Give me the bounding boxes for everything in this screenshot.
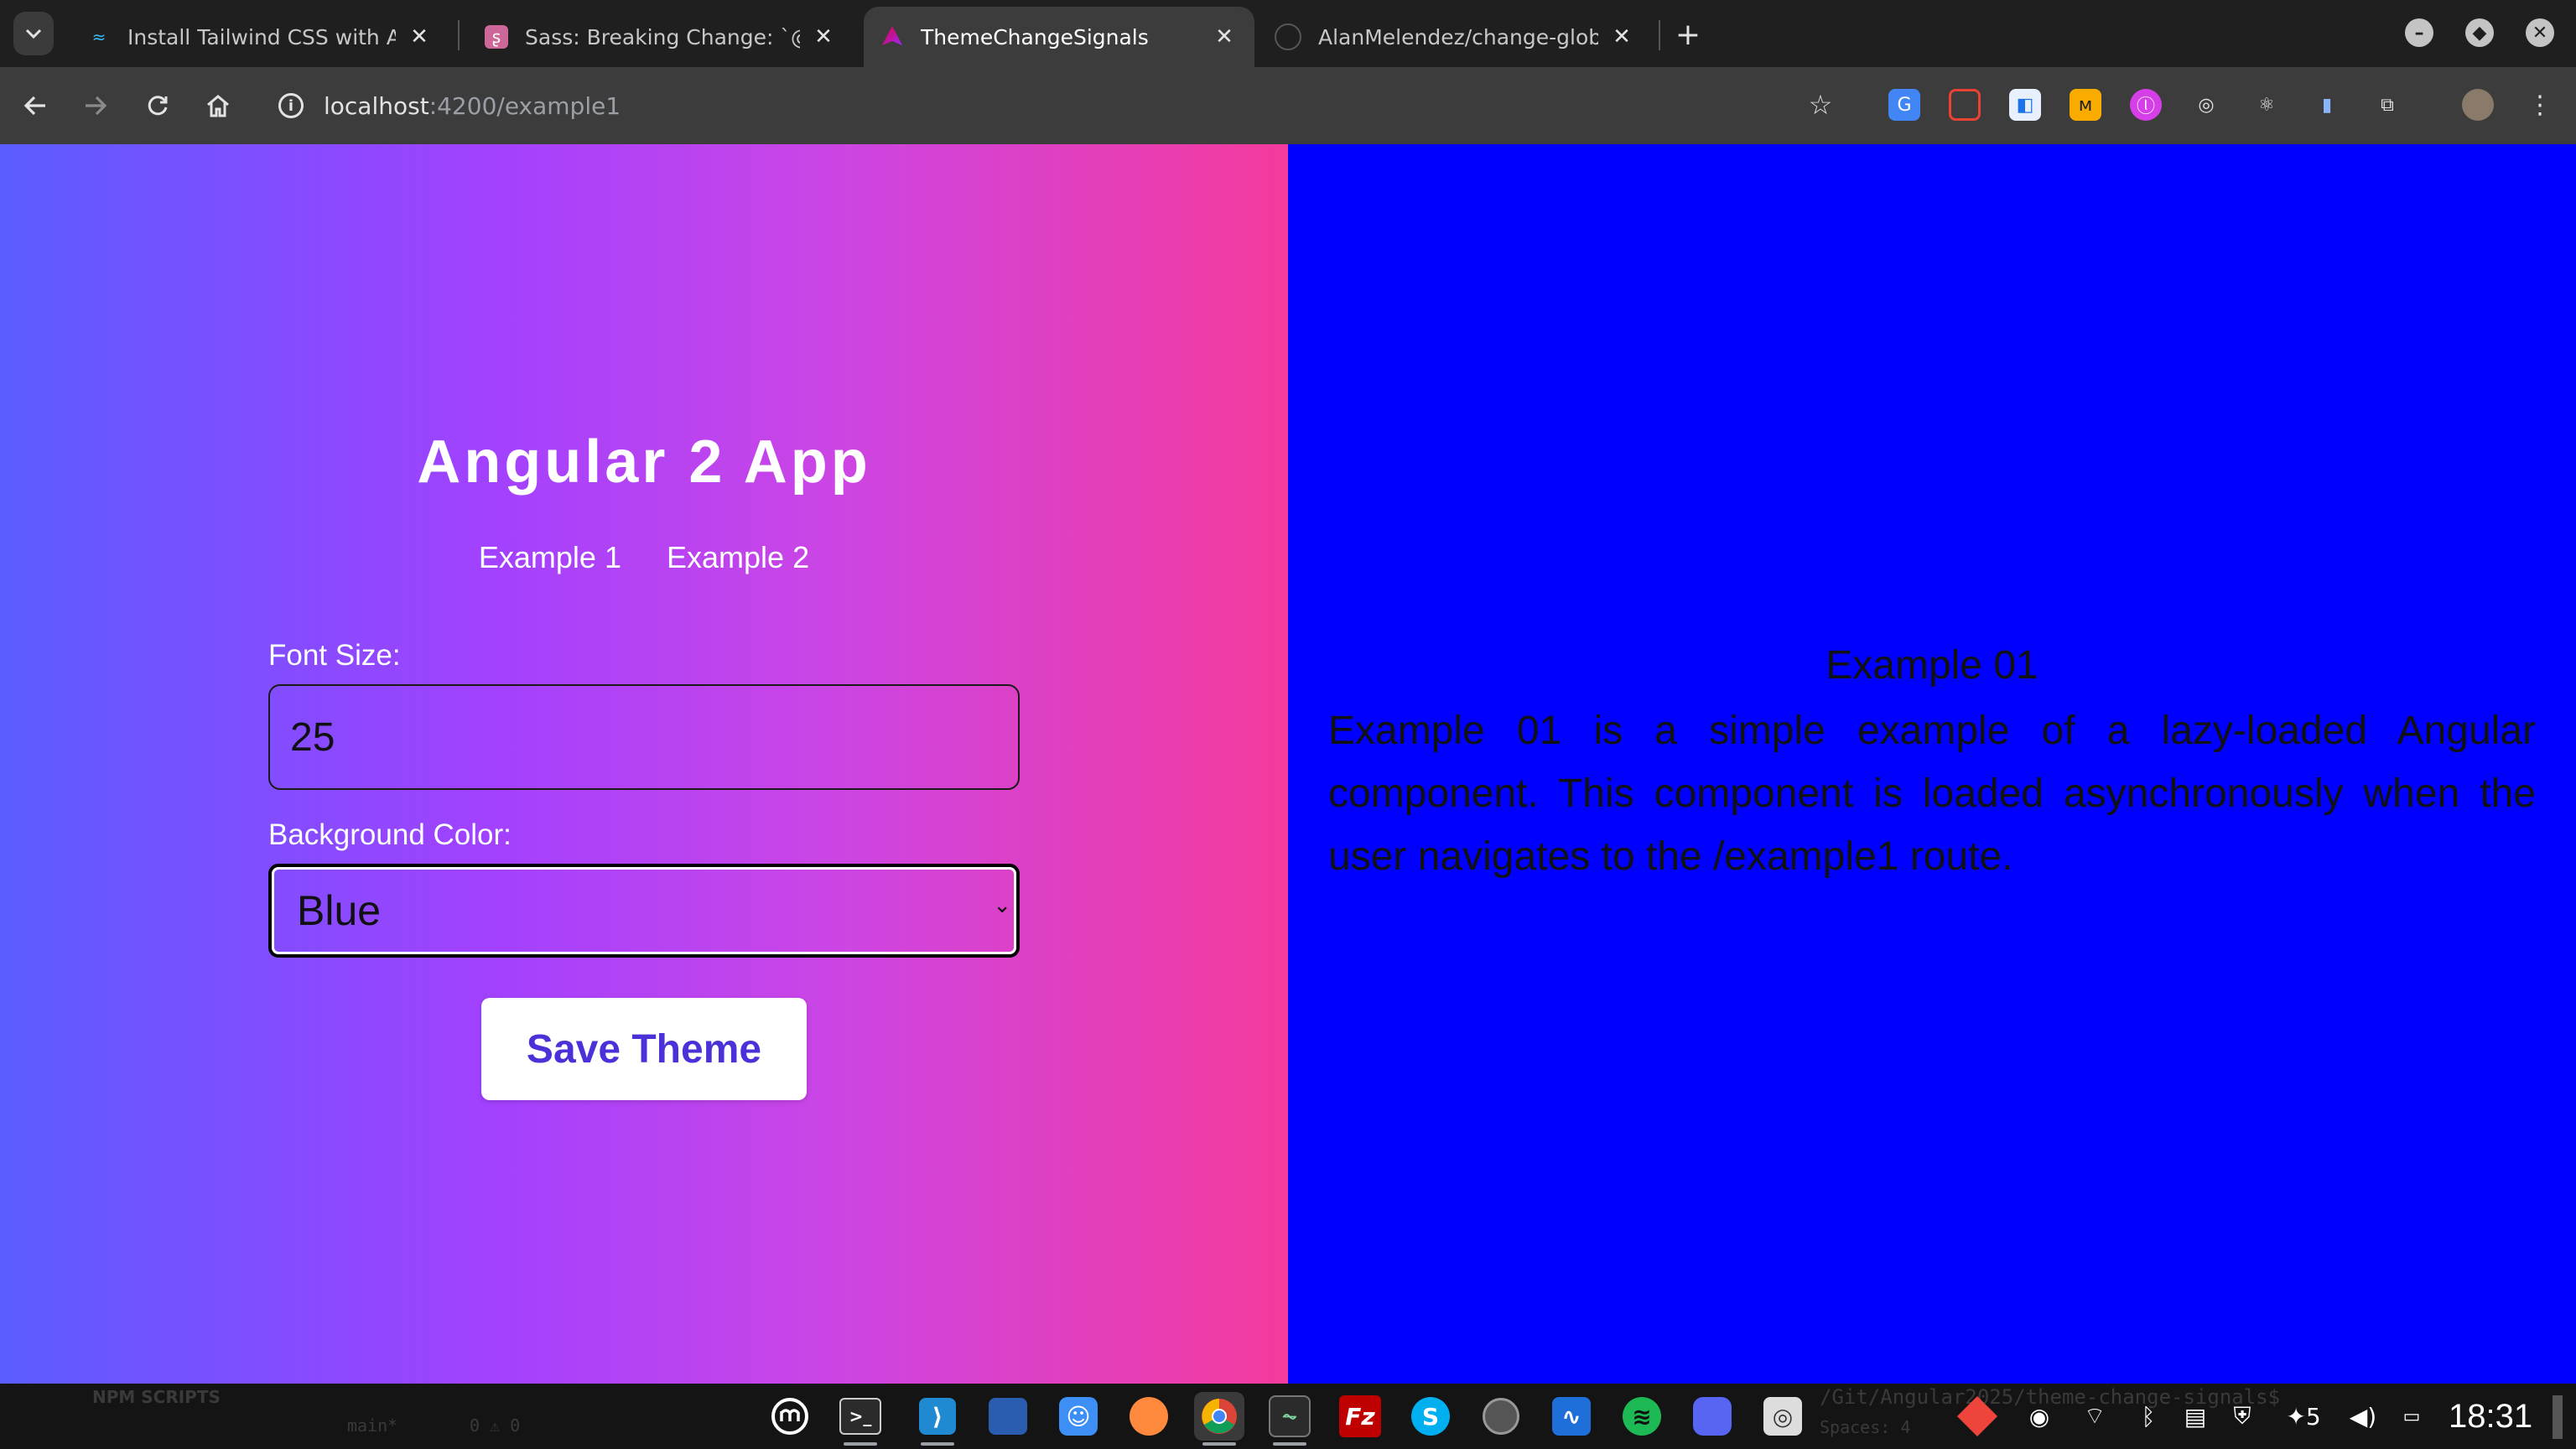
- nav-link-example1[interactable]: Example 1: [479, 540, 621, 574]
- background-color-label: Background Color:: [268, 818, 512, 851]
- site-info-icon[interactable]: i: [278, 93, 304, 118]
- sass-icon: ʂ: [485, 25, 508, 49]
- terminal-icon[interactable]: >_: [835, 1392, 886, 1446]
- clipboard-icon[interactable]: ▤: [2179, 1395, 2212, 1437]
- anydesk-tray-icon[interactable]: [1956, 1395, 1998, 1437]
- minimize-button[interactable]: –: [2405, 18, 2433, 47]
- tab-strip: ≈ Install Tailwind CSS with Ang ✕ ʂ Sass…: [0, 0, 2576, 67]
- extension-target-icon[interactable]: ◎: [2190, 89, 2222, 121]
- battery-icon[interactable]: ▭: [2395, 1395, 2428, 1437]
- example-body: Example 01 is a simple example of a lazy…: [1328, 709, 2536, 879]
- tab-title: ThemeChangeSignals: [921, 24, 1149, 49]
- close-icon[interactable]: ✕: [1608, 23, 1635, 50]
- tab-separator: [458, 20, 460, 50]
- filezilla-icon[interactable]: Fz: [1335, 1392, 1385, 1441]
- bg-branch: main*: [347, 1415, 398, 1436]
- chrome-icon[interactable]: [1194, 1392, 1244, 1446]
- tab-title: AlanMelendez/change-globa: [1318, 24, 1598, 49]
- url-path: :4200/example1: [428, 91, 621, 120]
- address-bar[interactable]: i localhost:4200/example1: [262, 79, 1838, 132]
- tab-title: Install Tailwind CSS with Ang: [127, 24, 396, 49]
- google-translate-icon[interactable]: G: [1888, 89, 1920, 121]
- tab-search-button[interactable]: [13, 12, 54, 55]
- home-icon: [207, 95, 229, 117]
- react-devtools-icon[interactable]: ⚛: [2251, 89, 2283, 121]
- new-tab-button[interactable]: +: [1669, 15, 1707, 54]
- url-host: localhost: [324, 91, 429, 120]
- clock[interactable]: 18:31: [2449, 1394, 2532, 1439]
- discord-icon[interactable]: [1687, 1392, 1737, 1441]
- page-content: Angular 2 App Example 1 Example 2 Font S…: [0, 144, 2576, 1384]
- firefox-icon[interactable]: [1124, 1392, 1174, 1441]
- shield-icon[interactable]: ⛨: [2225, 1395, 2259, 1437]
- font-size-input[interactable]: 25: [268, 684, 1020, 790]
- bg-npm-scripts: NPM SCRIPTS: [92, 1387, 221, 1407]
- nav-link-example2[interactable]: Example 2: [667, 540, 809, 574]
- background-color-select[interactable]: Blue ⌄: [268, 864, 1020, 958]
- tab-sass[interactable]: ʂ Sass: Breaking Change: `@im ✕: [468, 7, 854, 67]
- disks-icon[interactable]: [1476, 1392, 1526, 1441]
- maximize-button[interactable]: ◆: [2465, 18, 2494, 47]
- close-window-button[interactable]: ✕: [2526, 18, 2554, 47]
- bluetooth-icon[interactable]: ᛒ: [2132, 1395, 2165, 1437]
- extension-window-icon[interactable]: ◧: [2009, 89, 2041, 121]
- app-nav: Example 1 Example 2: [0, 540, 1288, 575]
- angular-icon: [880, 25, 904, 49]
- github-icon: [1275, 23, 1301, 50]
- close-icon[interactable]: ✕: [406, 23, 433, 50]
- screen-cast-icon[interactable]: [1949, 89, 1981, 121]
- files-icon[interactable]: [983, 1392, 1033, 1441]
- forward-arrow-icon: [86, 96, 107, 116]
- discord-tray-icon[interactable]: ◉: [2021, 1395, 2058, 1437]
- back-button[interactable]: [15, 86, 55, 126]
- activity-icon[interactable]: ∿: [1546, 1392, 1597, 1441]
- vscode-icon[interactable]: ⟩: [912, 1392, 963, 1446]
- tab-separator: [1659, 20, 1660, 50]
- background-color-value: Blue: [297, 887, 382, 934]
- extension-files-icon[interactable]: ▮: [2311, 89, 2343, 121]
- url-text: localhost:4200/example1: [324, 92, 621, 120]
- font-size-label: Font Size:: [268, 639, 401, 672]
- finder-icon[interactable]: ☺: [1053, 1392, 1104, 1441]
- notifications-count: 5: [2305, 1402, 2321, 1431]
- extension-user-icon[interactable]: ⓛ: [2130, 89, 2162, 121]
- app-title: Angular 2 App: [417, 428, 871, 496]
- spotify-icon[interactable]: ≋: [1617, 1392, 1667, 1441]
- browser-toolbar: i localhost:4200/example1 ☆ G ◧ ᴍ ⓛ ◎ ⚛ …: [0, 67, 2576, 144]
- menu-icon[interactable]: [765, 1392, 815, 1441]
- chevron-down-icon: [25, 29, 42, 39]
- show-desktop-button[interactable]: [2553, 1395, 2563, 1439]
- browser-menu-icon[interactable]: ⋮: [2524, 89, 2556, 121]
- skype-icon[interactable]: S: [1405, 1392, 1456, 1441]
- close-icon[interactable]: ✕: [1211, 23, 1238, 50]
- theme-panel: Angular 2 App Example 1 Example 2 Font S…: [0, 144, 1288, 1384]
- home-button[interactable]: [198, 86, 238, 126]
- wifi-icon[interactable]: ⌔: [2076, 1395, 2113, 1437]
- back-arrow-icon: [23, 96, 45, 116]
- tab-themechangesignals[interactable]: ThemeChangeSignals ✕: [864, 7, 1254, 67]
- forward-button[interactable]: [75, 86, 116, 126]
- chevron-down-icon: ⌄: [993, 892, 1011, 917]
- bg-spaces: Spaces: 4: [1820, 1417, 1911, 1437]
- tab-github[interactable]: AlanMelendez/change-globa ✕: [1258, 7, 1652, 67]
- profile-avatar[interactable]: [2462, 89, 2494, 121]
- tab-tailwind[interactable]: ≈ Install Tailwind CSS with Ang ✕: [70, 7, 449, 67]
- close-icon[interactable]: ✕: [810, 23, 837, 50]
- screenshot-icon[interactable]: ◎: [1758, 1392, 1808, 1441]
- notifications-icon[interactable]: ✦ 5: [2274, 1395, 2333, 1437]
- volume-icon[interactable]: ◀): [2346, 1395, 2380, 1437]
- extension-fn-icon[interactable]: ᴍ: [2070, 89, 2101, 121]
- tab-title: Sass: Breaking Change: `@im: [525, 24, 800, 49]
- font-size-value: 25: [290, 714, 335, 760]
- taskbar: NPM SCRIPTS main* 0 ⚠ 0 /Git/Angular2025…: [0, 1384, 2576, 1449]
- bookmark-star-icon[interactable]: ☆: [1805, 89, 1836, 121]
- system-monitor-icon[interactable]: ⏦: [1265, 1392, 1315, 1446]
- reload-button[interactable]: [138, 86, 178, 126]
- tailwind-icon: ≈: [91, 27, 106, 47]
- extensions-puzzle-icon[interactable]: ⧉: [2371, 89, 2403, 121]
- bg-errors: 0 ⚠ 0: [470, 1415, 521, 1436]
- reload-icon: [148, 96, 168, 116]
- example-title: Example 01: [1826, 643, 2038, 688]
- save-theme-button[interactable]: Save Theme: [481, 998, 807, 1100]
